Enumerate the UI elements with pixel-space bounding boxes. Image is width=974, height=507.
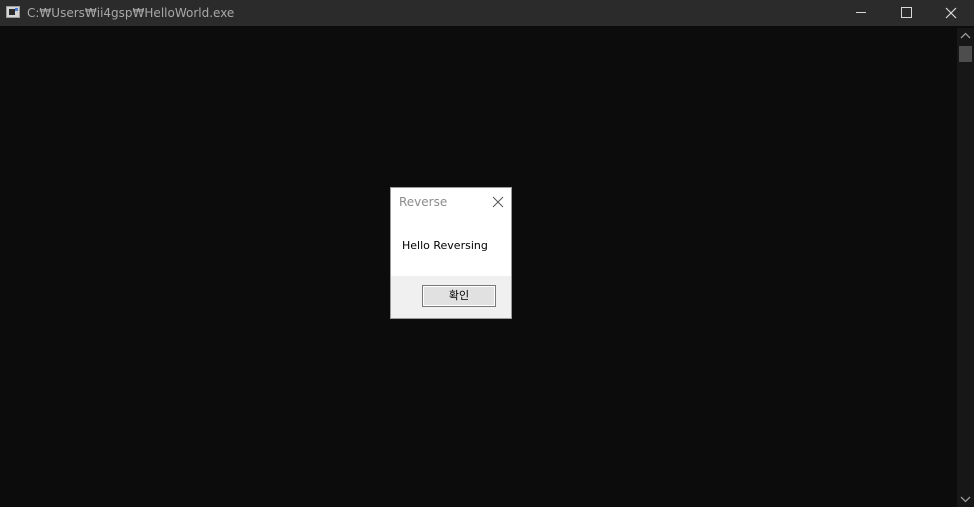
- console-window: C:₩Users₩ii4gsp₩HelloWorld.exe Reverse H…: [0, 0, 974, 507]
- chevron-down-icon[interactable]: [957, 491, 974, 507]
- vertical-scrollbar[interactable]: [957, 28, 974, 507]
- dialog-title: Reverse: [399, 195, 448, 209]
- minimize-icon: [856, 12, 866, 13]
- dialog-footer: 확인: [391, 276, 511, 318]
- scrollbar-thumb[interactable]: [959, 46, 972, 62]
- close-window-button[interactable]: [928, 0, 974, 26]
- ok-button[interactable]: 확인: [422, 285, 496, 307]
- title-bar[interactable]: C:₩Users₩ii4gsp₩HelloWorld.exe: [0, 0, 974, 26]
- maximize-icon: [901, 7, 912, 18]
- close-icon: [945, 7, 957, 19]
- console-app-icon[interactable]: [6, 6, 20, 18]
- message-box: Reverse Hello Reversing 확인: [390, 187, 512, 319]
- close-icon[interactable]: [491, 195, 505, 209]
- minimize-button[interactable]: [838, 0, 884, 26]
- chevron-up-icon[interactable]: [957, 28, 974, 44]
- dialog-message: Hello Reversing: [402, 239, 488, 252]
- maximize-button[interactable]: [883, 0, 929, 26]
- window-title: C:₩Users₩ii4gsp₩HelloWorld.exe: [27, 6, 235, 20]
